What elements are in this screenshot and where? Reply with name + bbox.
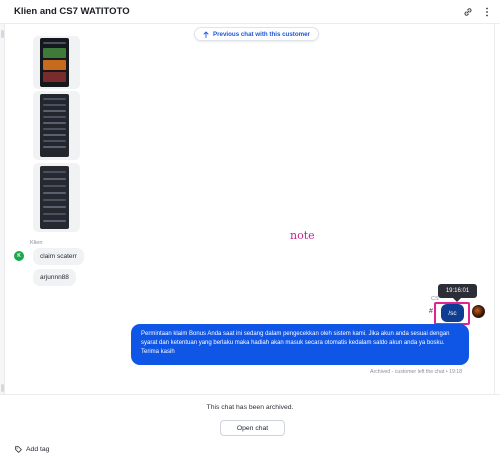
previous-chat-button[interactable]: Previous chat with this customer <box>194 27 319 41</box>
customer-avatar: K <box>14 251 24 261</box>
attachment-thumbnail <box>40 94 69 157</box>
previous-chat-label: Previous chat with this customer <box>213 30 310 38</box>
agent-message: Permintaan klaim Bonus Anda saat ini sed… <box>131 324 469 365</box>
left-scroll-rail[interactable] <box>0 24 5 444</box>
rail-marker <box>1 30 4 38</box>
add-tag-label: Add tag <box>26 446 50 453</box>
chat-title: Klien and CS7 WATITOTO <box>14 6 130 17</box>
timestamp-tooltip: 19:16:01 <box>438 284 477 298</box>
agent-avatar <box>472 305 485 318</box>
sender-name: Klien <box>30 240 43 246</box>
link-icon[interactable] <box>461 5 475 19</box>
image-attachment[interactable] <box>33 163 80 232</box>
archived-status: Archived - customer left the chat • 19:1… <box>370 369 463 375</box>
customer-message: arjunnn88 <box>33 269 76 286</box>
annotation-note: note <box>290 229 315 242</box>
open-chat-button[interactable]: Open chat <box>220 420 285 436</box>
add-tag-button[interactable]: Add tag <box>15 446 49 453</box>
hash-icon: # <box>429 308 433 315</box>
chat-header: Klien and CS7 WATITOTO <box>0 0 500 24</box>
image-attachment[interactable] <box>33 91 80 160</box>
attachment-thumbnail <box>40 166 69 229</box>
agent-short-message[interactable]: /sc <box>441 304 464 322</box>
arrow-up-icon <box>203 30 209 38</box>
image-attachment[interactable] <box>33 36 80 89</box>
tag-icon <box>15 446 22 453</box>
more-vertical-icon[interactable] <box>480 5 494 19</box>
right-divider <box>494 24 495 444</box>
archived-notice: This chat has been archived. <box>206 404 294 411</box>
rail-marker <box>1 384 4 392</box>
customer-message: claim scaterr <box>33 248 84 265</box>
attachment-thumbnail <box>40 38 69 87</box>
